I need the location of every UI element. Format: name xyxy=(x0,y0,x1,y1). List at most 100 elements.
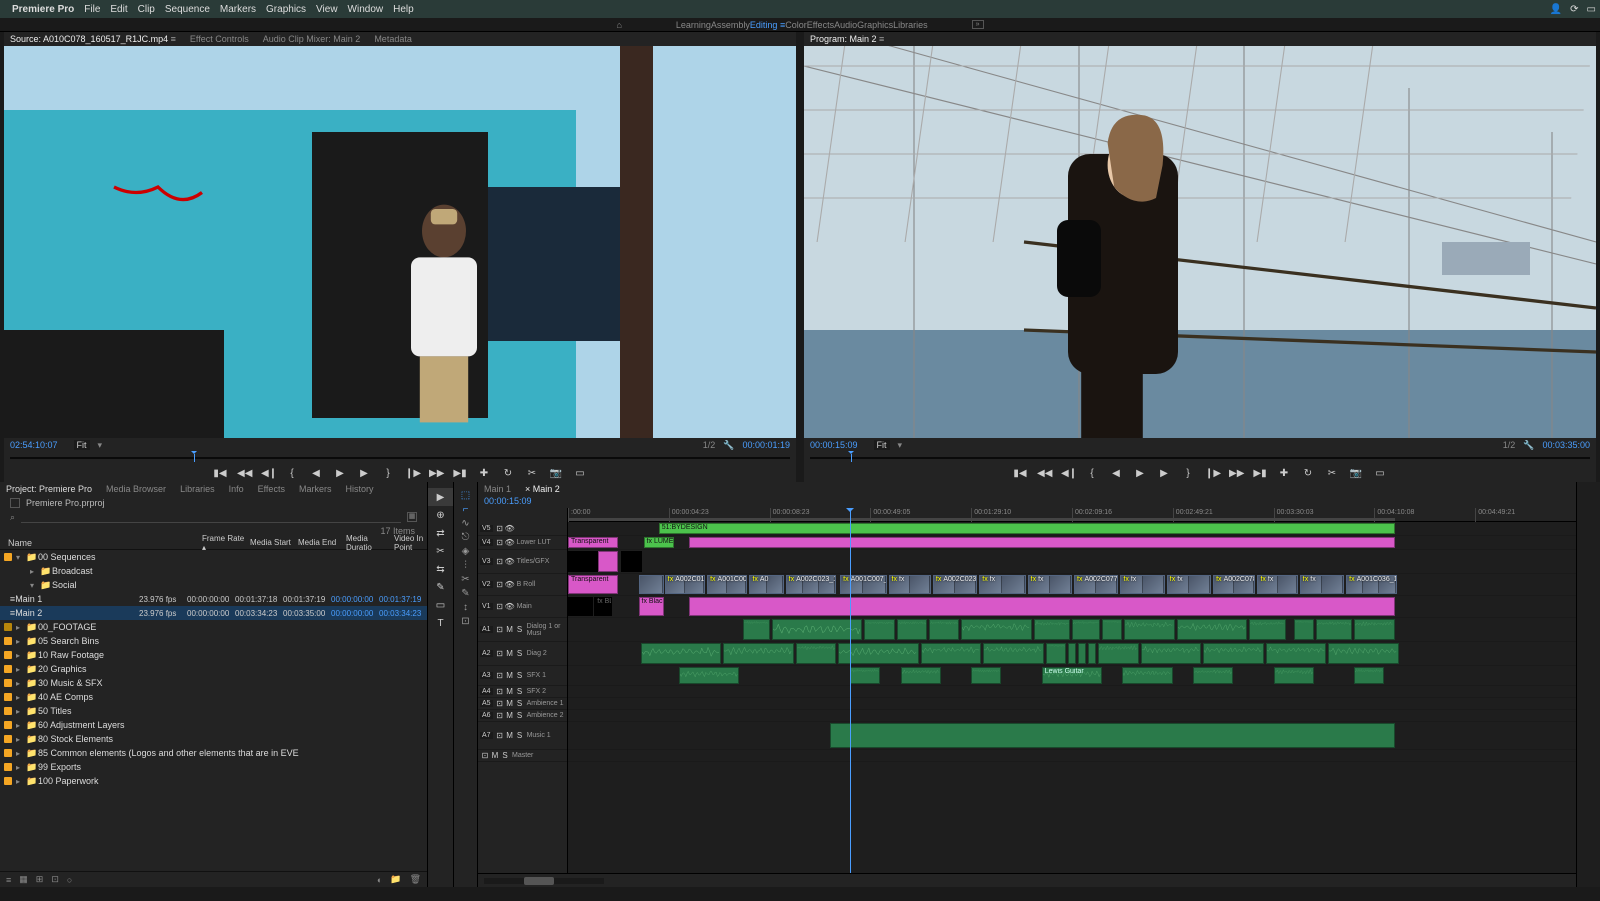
transport-btn[interactable]: ↻ xyxy=(1301,468,1315,479)
clip[interactable] xyxy=(1328,643,1399,664)
tl-option[interactable]: ⫶ xyxy=(454,558,477,572)
view-mode-btn[interactable]: ⊡ xyxy=(51,874,59,885)
workspace-libraries[interactable]: Libraries xyxy=(893,20,928,30)
clip[interactable] xyxy=(1098,643,1138,664)
tool[interactable]: ▭ xyxy=(428,596,453,614)
transport-btn[interactable]: ❙▶ xyxy=(1205,468,1219,479)
track-header[interactable]: A3⊡MSSFX 1 xyxy=(478,666,567,686)
clip[interactable] xyxy=(796,643,836,664)
clip[interactable] xyxy=(929,619,959,640)
tl-option[interactable]: ✂ xyxy=(454,572,477,586)
clip[interactable] xyxy=(1124,619,1174,640)
transport-btn[interactable]: ◀❙ xyxy=(261,468,275,479)
track-header[interactable]: A2⊡MSDiag 2 xyxy=(478,642,567,666)
track-header[interactable]: V4⊡👁Lower LUT xyxy=(478,536,567,550)
wrench-icon[interactable]: 🔧 xyxy=(1523,440,1534,451)
clip[interactable]: fxfx xyxy=(1167,575,1211,594)
transport-btn[interactable]: { xyxy=(285,468,299,479)
new-bin-icon[interactable]: ▦ xyxy=(407,512,417,522)
clip[interactable] xyxy=(1354,667,1384,684)
home-icon[interactable]: ⌂ xyxy=(616,20,621,30)
transport-btn[interactable]: ▮◀ xyxy=(213,468,227,479)
col-header[interactable]: Name xyxy=(2,538,202,548)
transport-btn[interactable]: { xyxy=(1085,468,1099,479)
transport-btn[interactable]: } xyxy=(381,468,395,479)
clip[interactable] xyxy=(772,619,863,640)
clip[interactable] xyxy=(1316,619,1352,640)
clip[interactable] xyxy=(1266,643,1326,664)
menu-graphics[interactable]: Graphics xyxy=(266,4,306,15)
tool[interactable]: ✎ xyxy=(428,578,453,596)
view-mode-btn[interactable]: ○ xyxy=(67,875,72,885)
transport-btn[interactable]: ▶▮ xyxy=(1253,468,1267,479)
clip[interactable]: fx Black Video xyxy=(639,597,664,616)
tab[interactable]: × Main 2 xyxy=(525,484,560,494)
project-row[interactable]: ▸📁05 Search Bins xyxy=(0,634,427,648)
clip[interactable] xyxy=(830,723,1394,748)
view-mode-btn[interactable]: ≡ xyxy=(6,875,11,885)
transport-btn[interactable]: ✚ xyxy=(477,468,491,479)
transport-btn[interactable]: } xyxy=(1181,468,1195,479)
tab[interactable]: Markers xyxy=(299,484,332,494)
clip[interactable] xyxy=(639,575,664,594)
clip[interactable] xyxy=(901,667,941,684)
workspace-effects[interactable]: Effects xyxy=(807,20,834,30)
clip[interactable]: fxA002C078 xyxy=(1213,575,1255,594)
menu-file[interactable]: File xyxy=(84,4,100,15)
clip[interactable]: fxA002C023_160508_R1J xyxy=(786,575,836,594)
program-fit[interactable]: Fit xyxy=(874,440,890,450)
new-item-btn[interactable]: ◐ xyxy=(377,875,382,885)
workspace-color[interactable]: Color xyxy=(785,20,807,30)
track[interactable] xyxy=(568,686,1576,698)
transport-btn[interactable]: ▶▮ xyxy=(453,468,467,479)
transport-btn[interactable]: ✂ xyxy=(1325,468,1339,479)
clip[interactable] xyxy=(689,537,1395,548)
clip[interactable]: Lewis Guitar xyxy=(1042,667,1102,684)
transport-btn[interactable]: ◀◀ xyxy=(237,468,251,479)
transport-btn[interactable]: ▶▶ xyxy=(429,468,443,479)
track[interactable] xyxy=(568,618,1576,642)
project-row[interactable]: ▸📁85 Common elements (Logos and other el… xyxy=(0,746,427,760)
program-zoom-dd[interactable]: ▾ xyxy=(898,440,903,451)
clip[interactable] xyxy=(1034,619,1070,640)
tab[interactable]: Effect Controls xyxy=(190,34,249,44)
project-row[interactable]: ▸📁99 Exports xyxy=(0,760,427,774)
tab[interactable]: Program: Main 2 xyxy=(810,34,884,44)
track[interactable] xyxy=(568,722,1576,750)
project-row[interactable]: ▸📁Broadcast xyxy=(0,564,427,578)
clip[interactable]: fxA001C008_160512 xyxy=(707,575,747,594)
menu-markers[interactable]: Markers xyxy=(220,4,256,15)
tab[interactable]: Audio Clip Mixer: Main 2 xyxy=(263,34,361,44)
view-mode-btn[interactable]: ▦ xyxy=(19,874,28,885)
source-scrubber[interactable] xyxy=(4,452,796,464)
track-header[interactable]: A1⊡MSDialog 1 or Musi xyxy=(478,618,567,642)
timeline-zoom-slider[interactable] xyxy=(484,878,604,884)
clip[interactable] xyxy=(1354,619,1394,640)
track-header[interactable]: A5⊡MSAmbience 1 xyxy=(478,698,567,710)
track-header[interactable]: A6⊡MSAmbience 2 xyxy=(478,710,567,722)
transport-btn[interactable]: ▮◀ xyxy=(1013,468,1027,479)
track[interactable] xyxy=(568,550,1576,574)
clip[interactable] xyxy=(1177,619,1248,640)
track[interactable] xyxy=(568,710,1576,722)
project-row[interactable]: ▸📁10 Raw Footage xyxy=(0,648,427,662)
menu-sequence[interactable]: Sequence xyxy=(165,4,210,15)
track-header[interactable]: A4⊡MSSFX 2 xyxy=(478,686,567,698)
tool[interactable]: ▶ xyxy=(428,488,453,506)
track-header[interactable]: V5⊡👁 xyxy=(478,522,567,536)
clip[interactable] xyxy=(621,551,641,572)
source-res[interactable]: 1/2 xyxy=(703,440,716,450)
track[interactable] xyxy=(568,750,1576,762)
tool[interactable]: ✂ xyxy=(428,542,453,560)
clip[interactable]: Transparent xyxy=(568,575,618,594)
clip[interactable]: fxA001C036_160508_R1JC.mp xyxy=(1346,575,1396,594)
project-row[interactable]: ≡Main 123.976 fps00:00:00:0000:01:37:180… xyxy=(0,592,427,606)
clip[interactable] xyxy=(850,667,880,684)
col-header[interactable]: Media Start xyxy=(250,538,298,547)
track-header[interactable]: V3⊡👁Titles/GFX xyxy=(478,550,567,574)
project-row[interactable]: ▸📁80 Stock Elements xyxy=(0,732,427,746)
clip[interactable] xyxy=(1294,619,1314,640)
project-row[interactable]: ▸📁50 Titles xyxy=(0,704,427,718)
menu-help[interactable]: Help xyxy=(393,4,414,15)
clip[interactable]: fxfx xyxy=(1300,575,1344,594)
